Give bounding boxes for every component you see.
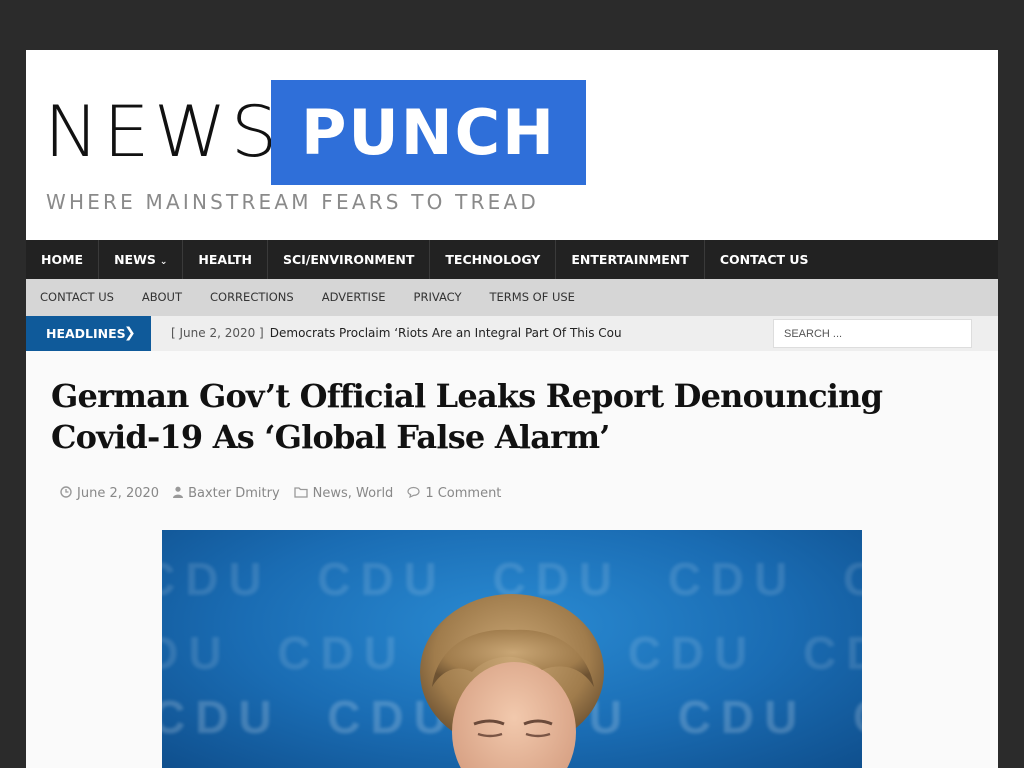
category-news[interactable]: News xyxy=(313,486,348,501)
nav-item-sci-environment[interactable]: SCI/ENVIRONMENT xyxy=(268,240,431,279)
article-comments-link[interactable]: 1 Comment xyxy=(425,486,501,501)
user-icon xyxy=(173,486,184,501)
ticker-date: [ June 2, 2020 ] xyxy=(171,326,264,340)
nav-item-label: TECHNOLOGY xyxy=(445,252,541,267)
subnav-item-about[interactable]: ABOUT xyxy=(128,279,196,316)
search-input[interactable] xyxy=(773,319,972,348)
nav-item-contact-us[interactable]: CONTACT US xyxy=(705,240,824,279)
logo-word-punch: PUNCH xyxy=(300,96,557,169)
headline-ticker: HEADLINES ❯ [ June 2, 2020 ] Democrats Pr… xyxy=(26,316,998,351)
meta-author: Baxter Dmitry xyxy=(173,486,280,501)
secondary-nav: CONTACT US ABOUT CORRECTIONS ADVERTISE P… xyxy=(26,279,998,316)
clock-icon xyxy=(60,486,72,501)
article-date[interactable]: June 2, 2020 xyxy=(77,486,159,501)
nav-item-home[interactable]: HOME xyxy=(26,240,100,279)
ticker-label-text: HEADLINES xyxy=(46,326,126,341)
subnav-item-terms-of-use[interactable]: TERMS OF USE xyxy=(475,279,588,316)
meta-categories: News, World xyxy=(293,486,393,501)
category-separator: , xyxy=(347,486,357,501)
hero-person-figure xyxy=(420,594,604,768)
article-hero-image: CDU CDU CDU CDU CDU CDU CDU CDU CDU CDU … xyxy=(162,530,862,768)
ticker-headline: Democrats Proclaim ‘Riots Are an Integra… xyxy=(269,326,621,340)
nav-item-label: HEALTH xyxy=(198,252,252,267)
article-meta: June 2, 2020 Baxter Dmitry News, World 1… xyxy=(60,486,515,501)
meta-date: June 2, 2020 xyxy=(60,486,159,501)
chevron-down-icon: ⌄ xyxy=(159,257,168,267)
article-author[interactable]: Baxter Dmitry xyxy=(188,486,280,501)
ticker-headline-link[interactable]: [ June 2, 2020 ] Democrats Proclaim ‘Riot… xyxy=(171,316,621,351)
site-logo[interactable]: NEWS PUNCH WHERE MAINSTREAM FEARS TO TRE… xyxy=(44,80,586,215)
subnav-item-advertise[interactable]: ADVERTISE xyxy=(308,279,400,316)
main-nav: HOME NEWS ⌄ HEALTH SCI/ENVIRONMENT TECHNO… xyxy=(26,240,998,279)
page: NEWS PUNCH WHERE MAINSTREAM FEARS TO TRE… xyxy=(26,50,998,768)
site-header: NEWS PUNCH WHERE MAINSTREAM FEARS TO TRE… xyxy=(26,50,998,240)
subnav-item-privacy[interactable]: PRIVACY xyxy=(400,279,476,316)
logo-tagline: WHERE MAINSTREAM FEARS TO TREAD xyxy=(46,190,539,214)
nav-item-news[interactable]: NEWS ⌄ xyxy=(99,240,184,279)
subnav-item-corrections[interactable]: CORRECTIONS xyxy=(196,279,308,316)
nav-item-entertainment[interactable]: ENTERTAINMENT xyxy=(556,240,705,279)
article-title: German Gov’t Official Leaks Report Denou… xyxy=(51,377,883,456)
logo-punch-box: PUNCH xyxy=(271,80,586,185)
nav-item-label: HOME xyxy=(41,252,84,267)
chevron-right-icon: ❯ xyxy=(124,325,136,341)
nav-item-technology[interactable]: TECHNOLOGY xyxy=(430,240,557,279)
folder-icon xyxy=(293,486,308,501)
meta-comments: 1 Comment xyxy=(407,486,501,501)
nav-item-label: SCI/ENVIRONMENT xyxy=(282,252,415,267)
category-world[interactable]: World xyxy=(356,486,393,501)
subnav-item-contact-us[interactable]: CONTACT US xyxy=(26,279,128,316)
nav-item-label: ENTERTAINMENT xyxy=(571,252,689,267)
logo-word-news: NEWS xyxy=(44,91,282,173)
nav-item-label: NEWS xyxy=(114,252,156,267)
comment-icon xyxy=(407,486,420,501)
nav-item-label: CONTACT US xyxy=(719,252,809,267)
ticker-label: HEADLINES ❯ xyxy=(26,316,151,351)
nav-item-health[interactable]: HEALTH xyxy=(183,240,268,279)
